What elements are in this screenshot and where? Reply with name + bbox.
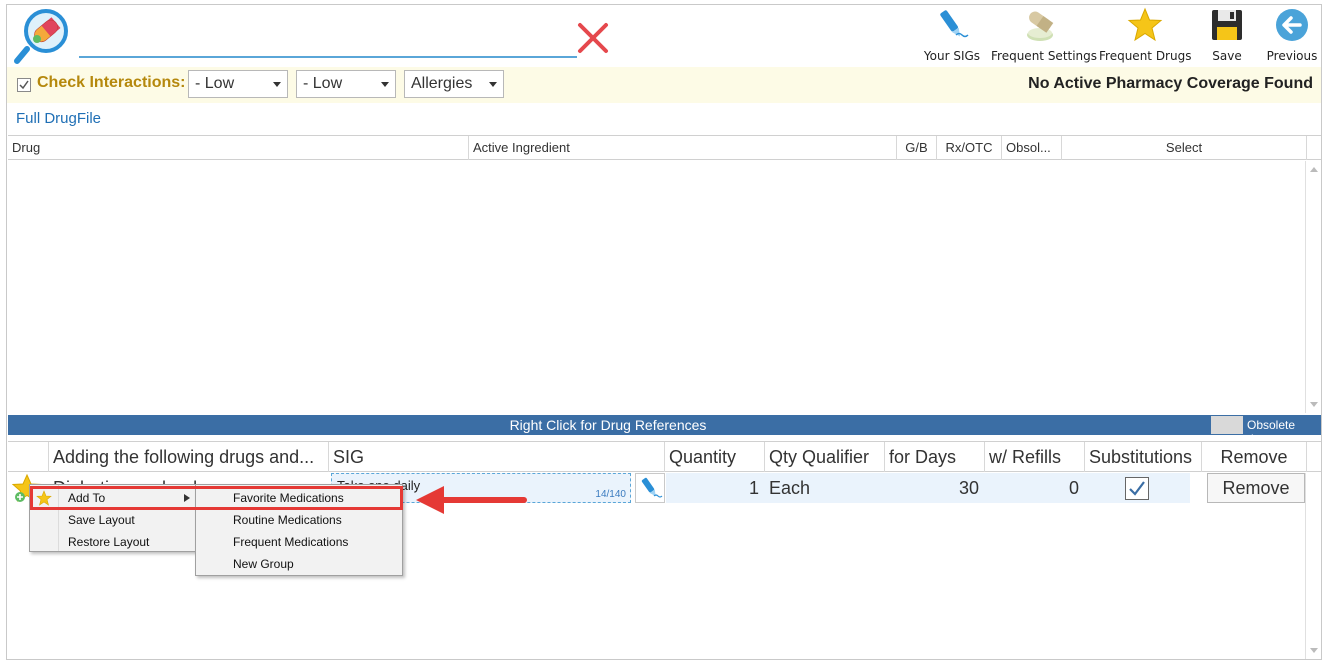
- qty-qualifier-cell[interactable]: Each: [765, 473, 885, 503]
- col-select[interactable]: Select: [1062, 136, 1307, 160]
- col-rx-otc[interactable]: Rx/OTC: [937, 136, 1002, 160]
- menu-item-save-layout-label: Save Layout: [68, 513, 135, 527]
- pen-icon: [940, 10, 969, 38]
- days-cell[interactable]: 30: [885, 473, 985, 503]
- col-quantity[interactable]: Quantity: [665, 442, 765, 472]
- highlight-box: [30, 486, 403, 510]
- col-gb[interactable]: G/B: [897, 136, 937, 160]
- previous-button[interactable]: Previous: [1265, 7, 1319, 65]
- selected-drugs-scrollbar[interactable]: [1305, 473, 1321, 659]
- frequent-settings-label: Frequent Settings: [991, 49, 1098, 63]
- selected-drugs-header: Adding the following drugs and... SIG Qu…: [8, 442, 1321, 472]
- star-icon: [1127, 7, 1163, 42]
- refills-cell[interactable]: 0: [985, 473, 1085, 503]
- submenu-item-new-group-label: New Group: [233, 557, 294, 571]
- submenu-item-routine-medications[interactable]: Routine Medications: [196, 509, 402, 531]
- menu-item-restore-layout-label: Restore Layout: [68, 535, 150, 549]
- search-pill-icon[interactable]: [13, 7, 73, 65]
- col-drug[interactable]: Drug: [8, 136, 469, 160]
- chevron-down-icon: [381, 82, 389, 87]
- coverage-status: No Active Pharmacy Coverage Found: [1028, 75, 1313, 92]
- col-obsolete[interactable]: Obsol...: [1002, 136, 1062, 160]
- chevron-down-icon: [489, 82, 497, 87]
- col-adding-drugs[interactable]: Adding the following drugs and...: [49, 442, 329, 472]
- drugfile-scrollbar[interactable]: [1305, 161, 1321, 413]
- sig-editor-button[interactable]: [635, 473, 665, 503]
- drug-search-input[interactable]: [79, 56, 577, 58]
- frequent-drugs-button[interactable]: Frequent Drugs: [1099, 7, 1191, 65]
- chevron-down-icon: [273, 82, 281, 87]
- drug-references-bar: Right Click for Drug References Obsolete…: [8, 415, 1321, 446]
- checkmark-icon: [1129, 481, 1145, 496]
- top-toolbar: Your SIGs Frequent Settings Frequent Dru…: [7, 5, 1321, 67]
- annotation-arrow-icon: [416, 486, 527, 514]
- substitutions-checkbox[interactable]: [1125, 477, 1149, 500]
- frequent-drugs-label: Frequent Drugs: [1099, 49, 1192, 63]
- save-button[interactable]: Save: [1207, 7, 1247, 65]
- checkmark-icon: [19, 80, 29, 90]
- severity-dropdown-2-value: - Low: [303, 75, 343, 92]
- scroll-down-icon[interactable]: [1310, 402, 1318, 407]
- pills-icon: [1027, 11, 1054, 41]
- drugfile-grid-header: Drug Active Ingredient G/B Rx/OTC Obsol.…: [8, 136, 1321, 160]
- obsolete-color-swatch: [1211, 416, 1243, 434]
- menu-item-restore-layout[interactable]: Restore Layout: [30, 531, 196, 553]
- scroll-down-icon[interactable]: [1310, 648, 1318, 653]
- allergies-dropdown-value: Allergies: [411, 75, 473, 92]
- quantity-cell[interactable]: 1: [665, 473, 765, 503]
- back-arrow-icon: [1276, 9, 1308, 41]
- save-label: Save: [1212, 49, 1242, 63]
- frequent-settings-button[interactable]: Frequent Settings: [991, 7, 1098, 65]
- submenu-item-new-group[interactable]: New Group: [196, 553, 402, 575]
- allergies-dropdown[interactable]: Allergies: [404, 70, 504, 98]
- scroll-up-icon[interactable]: [1310, 167, 1318, 172]
- col-qty-qualifier[interactable]: Qty Qualifier: [765, 442, 885, 472]
- interaction-filter-bar: Check Interactions: - Low - Low Allergie…: [7, 67, 1321, 103]
- check-interactions-checkbox[interactable]: [17, 78, 31, 92]
- drugfile-grid: Drug Active Ingredient G/B Rx/OTC Obsol.…: [8, 135, 1321, 413]
- col-active-ingredient[interactable]: Active Ingredient: [469, 136, 897, 160]
- submenu-item-frequent-medications[interactable]: Frequent Medications: [196, 531, 402, 553]
- col-for-days[interactable]: for Days: [885, 442, 985, 472]
- clear-x-icon[interactable]: [576, 21, 610, 55]
- col-refills[interactable]: w/ Refills: [985, 442, 1085, 472]
- full-drugfile-link[interactable]: Full DrugFile: [16, 110, 101, 127]
- col-icon: [8, 442, 49, 472]
- remove-button[interactable]: Remove: [1207, 473, 1305, 503]
- drug-references-hint: Right Click for Drug References: [509, 417, 707, 433]
- submenu-item-routine-label: Routine Medications: [233, 513, 342, 527]
- col-substitutions[interactable]: Substitutions: [1085, 442, 1202, 472]
- severity-dropdown-1[interactable]: - Low: [188, 70, 288, 98]
- pen-icon: [641, 477, 663, 498]
- col-sig[interactable]: SIG: [329, 442, 665, 472]
- sig-char-count: 14/140: [595, 489, 626, 500]
- check-interactions-label: Check Interactions:: [37, 74, 186, 91]
- menu-item-save-layout[interactable]: Save Layout: [30, 509, 196, 531]
- severity-dropdown-2[interactable]: - Low: [296, 70, 396, 98]
- your-sigs-label: Your SIGs: [923, 49, 981, 63]
- severity-dropdown-1-value: - Low: [195, 75, 235, 92]
- submenu-item-frequent-label: Frequent Medications: [233, 535, 349, 549]
- your-sigs-button[interactable]: Your SIGs: [921, 7, 983, 65]
- previous-label: Previous: [1266, 49, 1318, 63]
- floppy-disk-icon: [1212, 10, 1242, 40]
- col-remove[interactable]: Remove: [1202, 442, 1307, 472]
